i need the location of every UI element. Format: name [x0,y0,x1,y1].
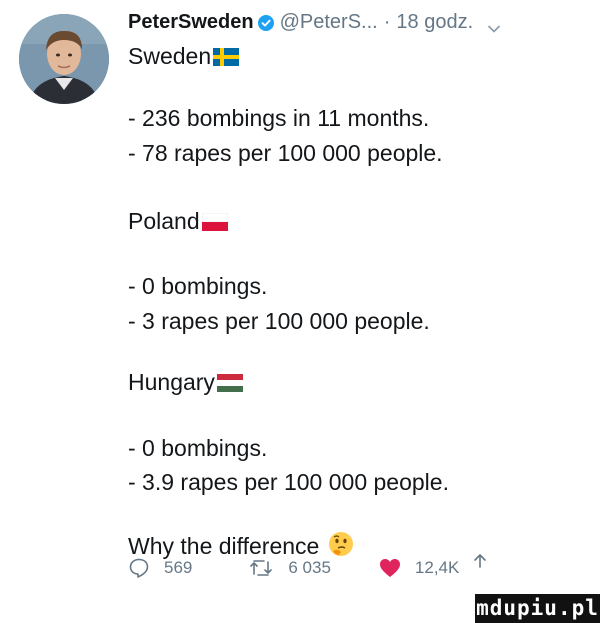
chevron-down-icon[interactable] [487,17,501,33]
stat-line: - 0 bombings. [128,273,268,299]
country-line-hungary: Hungary [128,366,243,400]
like-button[interactable]: 12,4K [379,558,459,578]
share-button[interactable] [469,553,491,571]
stat-line: - 3 rapes per 100 000 people. [128,308,430,334]
reply-button[interactable]: 569 [128,557,192,579]
separator-dot: · [383,10,391,33]
user-handle[interactable]: @PeterS... [280,11,378,34]
display-name[interactable]: PeterSweden [128,11,254,34]
share-icon [474,554,487,568]
verified-badge-icon [257,14,274,31]
stat-line: - 236 bombings in 11 months. [128,105,430,131]
avatar[interactable] [19,14,109,104]
site-watermark: mdupiu.pl [475,594,600,623]
hungary-flag-icon [216,368,243,400]
country-name: Sweden [128,43,212,69]
country-name: Poland [128,208,200,234]
tweet-header: PeterSweden @PeterS... · 18 godz. [128,8,501,36]
country-line-poland: Poland [128,205,228,239]
retweet-icon [250,560,273,576]
retweet-button[interactable]: 6 035 [248,558,331,578]
country-line-sweden: Sweden [128,40,240,74]
reply-icon [129,558,149,578]
stat-line: - 78 rapes per 100 000 people. [128,140,443,166]
reply-count: 569 [164,558,193,577]
poland-flag-icon [201,207,228,239]
heart-icon [379,559,400,577]
timestamp[interactable]: 18 godz. [396,11,473,34]
like-count: 12,4K [414,558,460,577]
sweden-flag-icon [213,42,240,74]
tweet-actions: 569 6 035 12,4K [128,552,491,584]
retweet-count: 6 035 [288,558,331,577]
country-name: Hungary [128,369,215,395]
stat-line: - 0 bombings. [128,435,268,461]
stat-line: - 3.9 rapes per 100 000 people. [128,469,449,495]
